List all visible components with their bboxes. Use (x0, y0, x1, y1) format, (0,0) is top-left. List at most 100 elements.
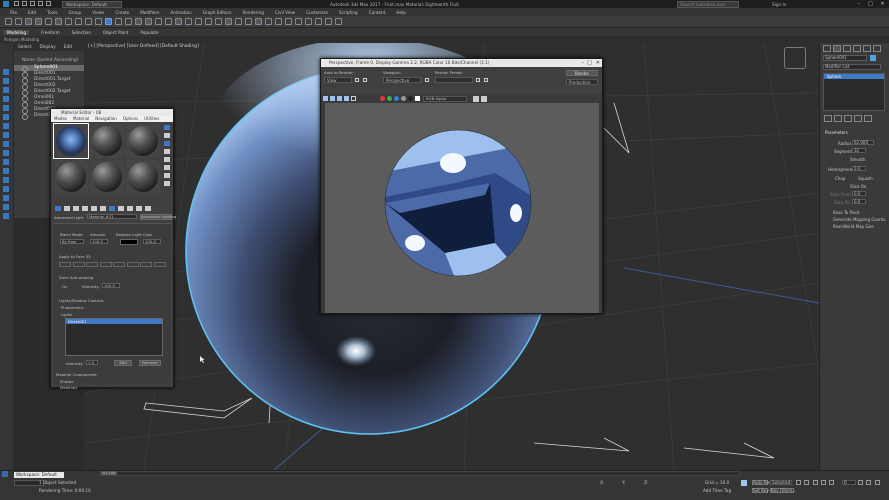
material-editor-title[interactable]: Material Editor - 08 (51, 109, 173, 116)
put-to-scene-icon[interactable] (64, 206, 70, 211)
maxscript-icon[interactable] (2, 471, 8, 477)
new-file-icon[interactable] (14, 1, 19, 6)
tab-modeling[interactable]: Modeling (4, 29, 30, 35)
named-selection-icon[interactable] (224, 18, 232, 25)
face-id-8[interactable] (153, 262, 166, 267)
alpha-channel-icon[interactable] (401, 96, 406, 101)
sign-in-link[interactable]: Sign In (772, 2, 786, 7)
search-input[interactable]: Search Autodesk.com (677, 0, 739, 8)
make-preview-icon[interactable] (164, 165, 170, 170)
minimize-button[interactable]: – (853, 0, 864, 8)
real-world-map-checkbox[interactable]: Real-World Map Size (833, 224, 874, 229)
select-by-material-icon[interactable] (164, 181, 170, 186)
reference-coord-icon[interactable] (144, 18, 152, 25)
get-material-icon[interactable] (55, 206, 61, 211)
manipulate-icon[interactable] (164, 18, 172, 25)
channel-dropdown[interactable]: RGB Alpha (423, 95, 467, 102)
generate-mapping-checkbox[interactable]: Generate Mapping Coords. (833, 217, 887, 222)
filter-helpers-icon[interactable] (3, 105, 9, 111)
render-window-title[interactable]: Perspective, Frame 0, Display Gamma 2.2,… (321, 59, 602, 67)
production-dropdown[interactable]: Production (566, 79, 598, 85)
make-unique-icon[interactable] (100, 206, 106, 211)
lock-viewport-icon[interactable] (425, 78, 429, 82)
smooth-checkbox[interactable]: Smooth (850, 157, 865, 162)
bind-spacewarp-icon[interactable] (44, 18, 52, 25)
face-id-5[interactable] (113, 262, 125, 267)
auto-key-button[interactable]: Auto Key (752, 480, 772, 485)
select-by-name-icon[interactable] (74, 18, 82, 25)
hemisphere-input[interactable]: 0.0 (852, 166, 866, 171)
menu-animation[interactable]: Animation (170, 10, 191, 15)
options-icon[interactable] (164, 173, 170, 178)
select-move-icon[interactable] (104, 18, 112, 25)
base-to-pivot-checkbox[interactable]: Base To Pivot (833, 210, 859, 215)
window-crossing-icon[interactable] (94, 18, 102, 25)
save-image-icon[interactable] (323, 96, 328, 101)
display-tab-icon[interactable] (863, 45, 871, 52)
filter-invert-icon[interactable] (3, 195, 9, 201)
selection-filter-icon[interactable] (54, 18, 62, 25)
schematic-view-icon[interactable] (284, 18, 292, 25)
shader-checkbox[interactable]: Shader (60, 379, 73, 384)
sample-type-icon[interactable] (164, 125, 170, 130)
spinner-snap-icon[interactable] (214, 18, 222, 25)
time-slider[interactable]: 0 / 100 (100, 471, 740, 476)
current-frame-input[interactable]: 0 (842, 480, 856, 485)
lights-listbox[interactable]: Direct001 (65, 318, 163, 356)
face-id-6[interactable] (126, 262, 139, 267)
print-image-icon[interactable] (344, 96, 349, 101)
add-light-button[interactable]: Add (114, 360, 132, 366)
tab-freeform[interactable]: Freeform (41, 30, 60, 35)
show-shaded-icon[interactable] (127, 206, 133, 211)
replace-light-color-checkbox[interactable]: Replace Light Color (116, 232, 153, 237)
squash-radio[interactable]: Squash (858, 176, 873, 181)
explorer-tab-select[interactable]: Select (18, 45, 32, 50)
backlight-icon[interactable] (164, 133, 170, 138)
filter-containers-icon[interactable] (3, 150, 9, 156)
render-online-icon[interactable] (334, 18, 342, 25)
filter-cameras-icon[interactable] (3, 96, 9, 102)
previous-frame-icon[interactable] (804, 480, 810, 485)
put-to-library-icon[interactable] (109, 206, 115, 211)
filter-all-icon[interactable] (3, 177, 9, 183)
show-end-result-icon[interactable] (834, 115, 842, 122)
environment-icon[interactable] (484, 78, 488, 82)
layer-explorer-icon[interactable] (254, 18, 262, 25)
material-name-field[interactable]: Material #31 (87, 214, 137, 219)
clone-window-icon[interactable] (337, 96, 342, 101)
light-color-swatch[interactable] (120, 239, 138, 245)
go-to-start-icon[interactable] (796, 480, 801, 485)
close-button[interactable]: ✕ (877, 0, 888, 8)
orbit-icon[interactable] (874, 480, 880, 485)
selected-dropdown[interactable]: Selected (770, 480, 792, 485)
material-id-icon[interactable] (118, 206, 124, 211)
menu-edit[interactable]: Edit (28, 10, 36, 15)
filter-none-icon[interactable] (3, 186, 9, 192)
amount-input[interactable]: 100.0 (90, 239, 108, 244)
menu-navigation[interactable]: Navigation (95, 116, 117, 122)
menu-content[interactable]: Content (369, 10, 386, 15)
filter-shapes-icon[interactable] (3, 78, 9, 84)
filter-xrefs-icon[interactable] (3, 132, 9, 138)
copy-material-icon[interactable] (91, 206, 97, 211)
go-to-parent-icon[interactable] (145, 206, 151, 211)
percent-snap-icon[interactable] (204, 18, 212, 25)
unlink-icon[interactable] (34, 18, 42, 25)
background-icon[interactable] (164, 141, 170, 146)
area-to-render-dropdown[interactable]: View (324, 77, 352, 83)
blue-channel-icon[interactable] (394, 96, 399, 101)
toggle-ui-overlay-icon[interactable] (473, 95, 479, 102)
filter-lights-icon[interactable] (3, 87, 9, 93)
render-setup-icon[interactable] (304, 18, 312, 25)
link-icon[interactable] (24, 18, 32, 25)
play-icon[interactable] (812, 480, 818, 485)
maximize-button[interactable]: □ (865, 0, 876, 8)
swatch-icon[interactable] (415, 96, 420, 101)
select-object-icon[interactable] (64, 18, 72, 25)
set-key-button[interactable]: Set Key (752, 488, 769, 493)
polygon-modeling-label[interactable]: Polygon Modeling (4, 37, 39, 42)
menu-civil-view[interactable]: Civil View (275, 10, 295, 15)
render-setup-icon[interactable] (476, 78, 480, 82)
redo-icon[interactable] (46, 1, 51, 6)
pan-icon[interactable] (866, 480, 872, 485)
